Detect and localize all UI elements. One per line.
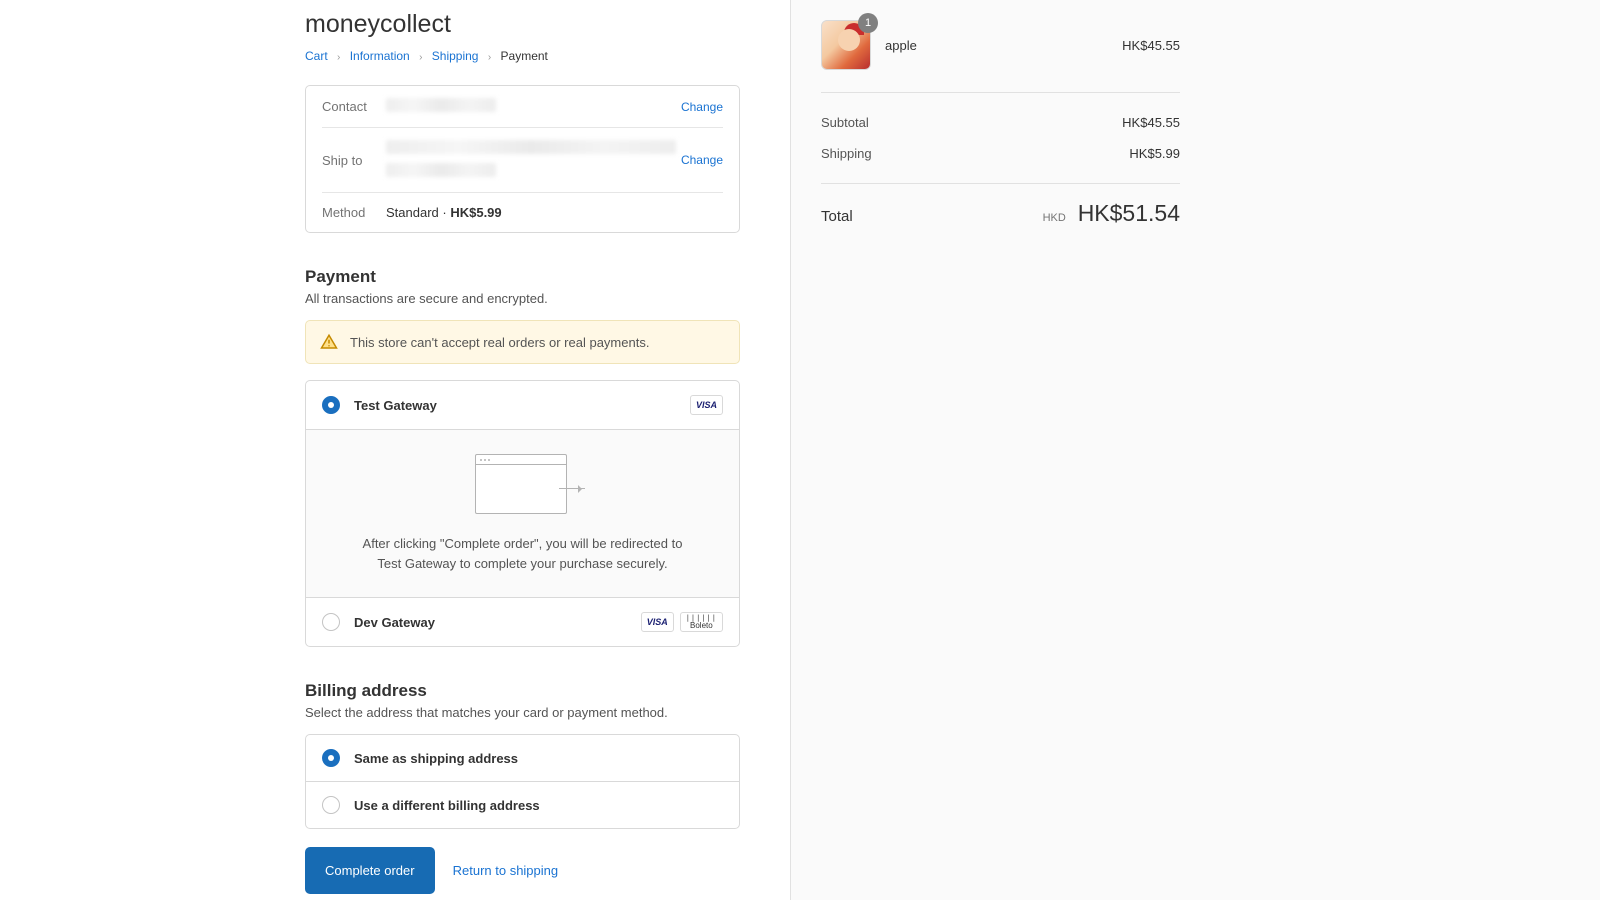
complete-order-button[interactable]: Complete order bbox=[305, 847, 435, 894]
review-shipto-label: Ship to bbox=[322, 153, 386, 168]
review-shipto-row: Ship to Change bbox=[322, 128, 723, 193]
payment-option-brands: VISA bbox=[690, 395, 723, 415]
review-method-row: Method Standard · HK$5.99 bbox=[322, 193, 723, 232]
chevron-right-icon: › bbox=[419, 52, 422, 63]
boleto-icon: |||||| Boleto bbox=[680, 612, 723, 632]
breadcrumb-information[interactable]: Information bbox=[350, 49, 410, 63]
test-mode-notice: This store can't accept real orders or r… bbox=[305, 320, 740, 364]
billing-subtitle: Select the address that matches your car… bbox=[305, 705, 740, 720]
total-row: Total HKD HK$51.54 bbox=[821, 184, 1180, 227]
subtotal-row: Subtotal HK$45.55 bbox=[821, 107, 1180, 138]
shipping-label: Shipping bbox=[821, 146, 872, 161]
store-title: moneycollect bbox=[305, 10, 740, 39]
breadcrumb-cart[interactable]: Cart bbox=[305, 49, 328, 63]
payment-title: Payment bbox=[305, 267, 740, 287]
notice-text: This store can't accept real orders or r… bbox=[350, 335, 649, 350]
payment-option-brands: VISA |||||| Boleto bbox=[641, 612, 723, 632]
billing-title: Billing address bbox=[305, 681, 740, 701]
radio-unselected-icon bbox=[322, 613, 340, 631]
breadcrumb-payment: Payment bbox=[501, 49, 548, 63]
shipping-value: HK$5.99 bbox=[1129, 146, 1180, 161]
cart-line-item: 1 apple HK$45.55 bbox=[821, 20, 1180, 93]
subtotal-label: Subtotal bbox=[821, 115, 869, 130]
redirect-text: After clicking "Complete order", you wil… bbox=[363, 534, 683, 573]
billing-option-same[interactable]: Same as shipping address bbox=[306, 735, 739, 782]
review-contact-row: Contact Change bbox=[322, 86, 723, 128]
radio-unselected-icon bbox=[322, 796, 340, 814]
total-label: Total bbox=[821, 208, 853, 225]
quantity-badge: 1 bbox=[858, 13, 878, 33]
return-to-shipping-link[interactable]: Return to shipping bbox=[453, 863, 559, 878]
total-currency: HKD bbox=[1043, 212, 1066, 224]
review-method-value: Standard · HK$5.99 bbox=[386, 205, 723, 220]
payment-option-label: Dev Gateway bbox=[354, 615, 641, 630]
payment-option-dev-gateway[interactable]: Dev Gateway VISA |||||| Boleto bbox=[306, 598, 739, 646]
payment-option-body: After clicking "Complete order", you wil… bbox=[306, 430, 739, 598]
billing-option-different[interactable]: Use a different billing address bbox=[306, 782, 739, 828]
billing-options-card: Same as shipping address Use a different… bbox=[305, 734, 740, 829]
review-contact-value bbox=[386, 98, 681, 115]
redirect-illustration-icon bbox=[475, 454, 571, 516]
payment-methods-card: Test Gateway VISA After clicking "Comple… bbox=[305, 380, 740, 647]
total-amount: HK$51.54 bbox=[1078, 200, 1180, 226]
payment-subtitle: All transactions are secure and encrypte… bbox=[305, 291, 740, 306]
product-name: apple bbox=[885, 38, 1108, 53]
payment-option-label: Test Gateway bbox=[354, 398, 690, 413]
change-contact-link[interactable]: Change bbox=[681, 100, 723, 114]
chevron-right-icon: › bbox=[488, 52, 491, 63]
review-card: Contact Change Ship to Change Method Sta… bbox=[305, 85, 740, 233]
visa-icon: VISA bbox=[641, 612, 674, 632]
visa-icon: VISA bbox=[690, 395, 723, 415]
radio-selected-icon bbox=[322, 396, 340, 414]
warning-icon bbox=[320, 333, 338, 351]
review-shipto-value bbox=[386, 140, 681, 180]
radio-selected-icon bbox=[322, 749, 340, 767]
billing-option-label: Use a different billing address bbox=[354, 798, 723, 813]
review-method-label: Method bbox=[322, 205, 386, 220]
breadcrumb-shipping[interactable]: Shipping bbox=[432, 49, 479, 63]
shipping-row: Shipping HK$5.99 bbox=[821, 138, 1180, 169]
change-shipto-link[interactable]: Change bbox=[681, 153, 723, 167]
payment-option-test-gateway[interactable]: Test Gateway VISA bbox=[306, 381, 739, 430]
product-thumbnail: 1 bbox=[821, 20, 871, 70]
breadcrumb: Cart › Information › Shipping › Payment bbox=[305, 49, 740, 63]
subtotal-value: HK$45.55 bbox=[1122, 115, 1180, 130]
billing-option-label: Same as shipping address bbox=[354, 751, 723, 766]
review-contact-label: Contact bbox=[322, 99, 386, 114]
product-price: HK$45.55 bbox=[1122, 38, 1180, 53]
chevron-right-icon: › bbox=[337, 52, 340, 63]
